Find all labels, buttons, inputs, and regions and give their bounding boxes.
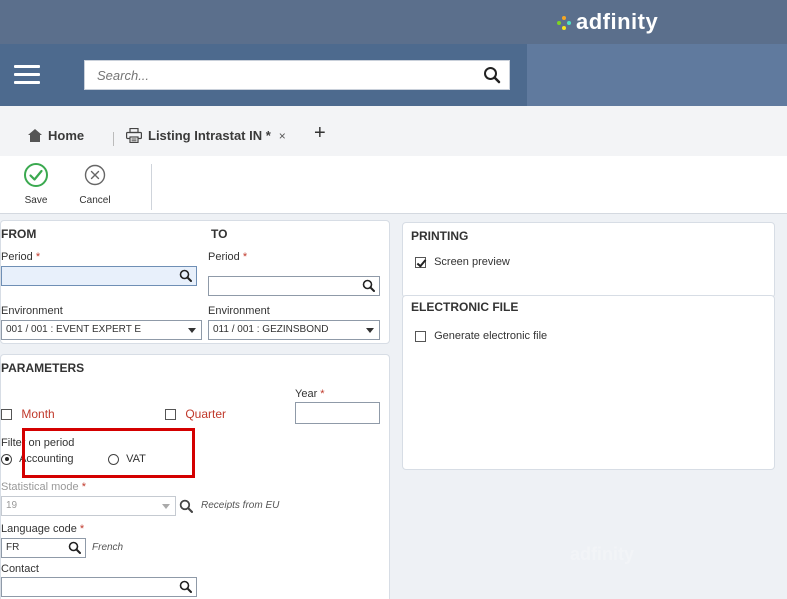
screen-preview-option[interactable]: Screen preview [415,256,510,268]
from-title: FROM [1,227,37,241]
month-option[interactable]: Month [1,407,55,421]
quarter-label: Quarter [185,407,227,421]
parameters-title: PARAMETERS [1,361,85,375]
brand-logo: adfinity [556,9,658,35]
dropdown-caret-icon [162,504,170,509]
dropdown-caret-icon [366,328,374,333]
statistical-mode-label: Statistical mode * [1,481,86,493]
search-box [84,60,510,90]
search-icon[interactable] [179,580,192,593]
action-toolbar: Save Cancel [0,156,787,214]
statistical-mode-hint: Receipts from EU [201,500,280,511]
search-input[interactable] [85,61,465,89]
quarter-checkbox[interactable] [165,409,176,421]
to-title: TO [211,227,228,241]
search-icon[interactable] [362,279,375,292]
search-icon[interactable] [179,499,193,513]
dropdown-caret-icon [188,328,196,333]
electronic-file-title: ELECTRONIC FILE [411,300,519,314]
electronic-file-panel: ELECTRONIC FILE Generate electronic file [402,295,775,470]
top-bar: adfinity [0,0,787,44]
generate-electronic-file-option[interactable]: Generate electronic file [415,330,547,342]
year-label: Year * [295,388,325,400]
check-circle-icon [24,163,48,187]
add-tab-icon[interactable]: + [314,122,326,145]
highlight-box [22,428,195,478]
tab-home[interactable]: Home [28,128,84,143]
to-environment-label: Environment [208,305,270,317]
printing-panel: PRINTING Screen preview [402,222,775,298]
hamburger-menu-icon[interactable] [12,60,42,90]
from-environment-label: Environment [1,305,63,317]
printer-icon [126,128,142,143]
from-period-field[interactable] [1,266,197,286]
quarter-option[interactable]: Quarter [165,407,226,421]
to-period-label: Period * [208,251,248,263]
brand-name: adfinity [576,9,659,34]
brand-dots-icon [556,14,572,30]
year-field[interactable] [295,402,380,424]
home-icon [28,129,42,142]
search-icon[interactable] [68,541,81,554]
required-marker: * [35,251,41,263]
contact-label: Contact [1,563,39,575]
screen-preview-checkbox[interactable] [415,256,426,268]
save-button[interactable]: Save [14,162,58,206]
required-marker: * [81,481,86,493]
tab-listing-label: Listing Intrastat IN * [148,128,271,143]
month-checkbox[interactable] [1,409,12,421]
tab-home-label: Home [48,128,85,143]
printing-title: PRINTING [411,229,469,243]
generate-electronic-file-label: Generate electronic file [434,330,548,342]
toolbar-divider [151,164,152,210]
screen-preview-label: Screen preview [434,256,510,268]
to-environment-select[interactable]: 011 / 001 : GEZINSBOND [208,320,380,340]
required-marker: * [320,388,325,400]
from-to-panel: FROM TO Period * Period * Environment 00… [0,220,390,344]
from-period-label: Period * [1,251,41,263]
form-content: FROM TO Period * Period * Environment 00… [0,214,787,599]
tab-bar: Home Listing Intrastat IN * × + [0,106,787,156]
tab-listing-intrastat[interactable]: Listing Intrastat IN * × [126,128,286,143]
search-bar-right-area [527,44,787,106]
search-icon[interactable] [179,269,192,282]
language-code-field[interactable]: FR [1,538,86,558]
cancel-circle-icon [84,164,106,186]
month-label: Month [21,407,55,421]
to-period-field[interactable] [208,276,380,296]
required-marker: * [79,523,85,535]
contact-field[interactable] [1,577,197,597]
language-code-label: Language code * [1,523,85,535]
accounting-radio[interactable] [1,453,12,465]
cancel-button[interactable]: Cancel [73,162,117,206]
search-icon[interactable] [483,66,501,84]
generate-electronic-file-checkbox[interactable] [415,330,426,342]
save-label: Save [24,195,48,206]
watermark-logo: adfinity [570,544,635,564]
required-marker: * [242,251,248,263]
statistical-mode-select: 19 [1,496,176,516]
tab-close-icon[interactable]: × [279,129,286,143]
tab-separator [113,132,114,146]
language-code-hint: French [92,542,124,553]
cancel-label: Cancel [79,195,111,206]
from-environment-select[interactable]: 001 / 001 : EVENT EXPERT E [1,320,202,340]
